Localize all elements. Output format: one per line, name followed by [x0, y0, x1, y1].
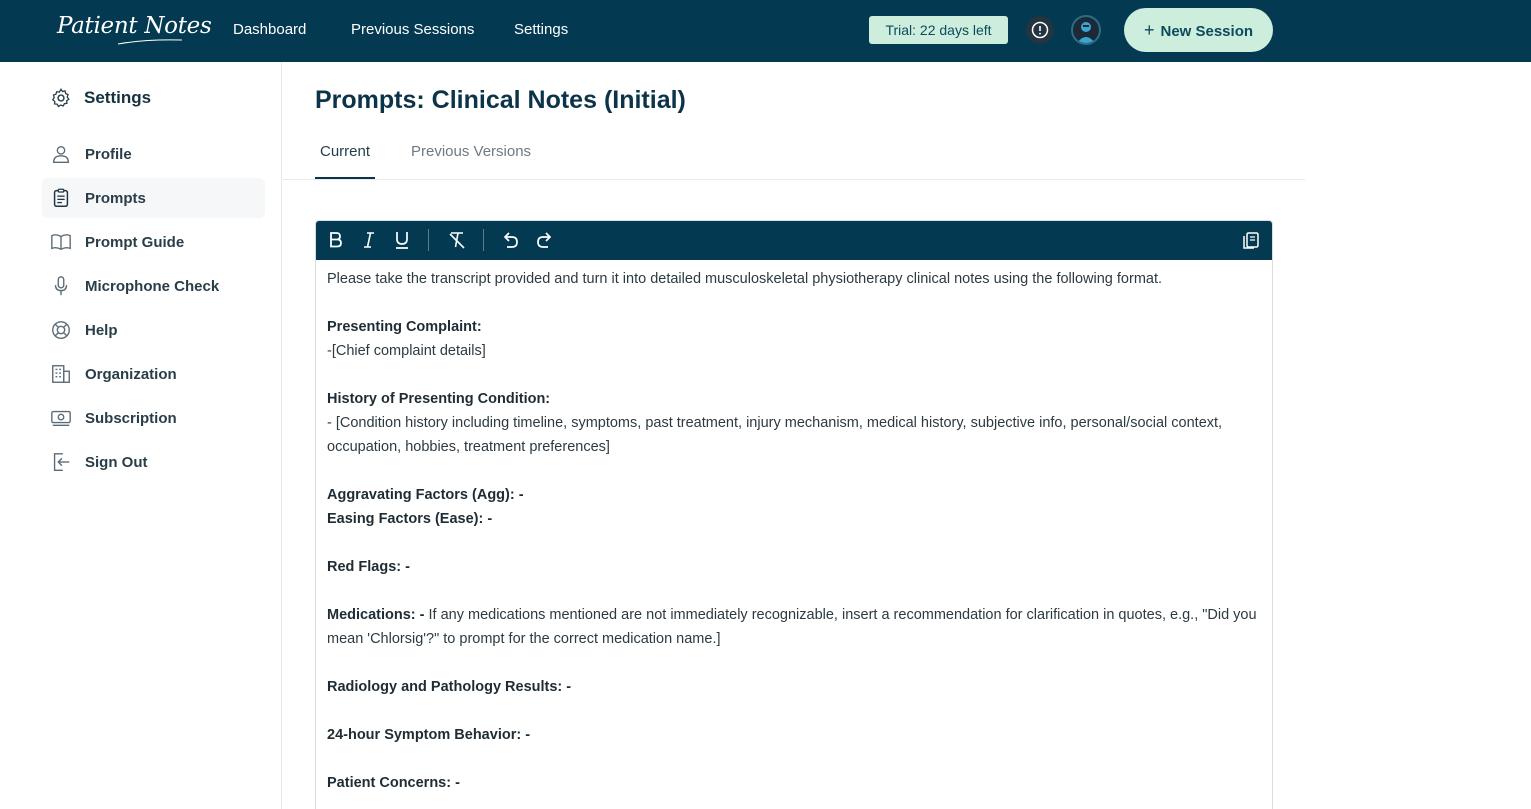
sidebar-item-label: Sign Out: [85, 454, 148, 471]
sidebar-item-sign-out[interactable]: Sign Out: [42, 442, 265, 482]
copy-icon[interactable]: [1240, 229, 1262, 251]
prompt-intro-line: Please take the transcript provided and …: [327, 271, 1163, 287]
banknote-icon: [51, 410, 71, 427]
section-heading: Presenting Complaint:: [327, 319, 482, 335]
section-text: - [Condition history including timeline,…: [327, 415, 1223, 455]
sidebar-item-label: Prompt Guide: [85, 234, 185, 251]
page-title: Prompts: Clinical Notes (Initial): [315, 86, 686, 114]
new-session-label: New Session: [1160, 23, 1254, 40]
microphone-icon: [54, 276, 68, 296]
sidebar-item-organization[interactable]: Organization: [42, 354, 265, 394]
user-avatar[interactable]: [1071, 15, 1101, 45]
alert-circle-icon: [1031, 21, 1049, 39]
tab-previous-versions[interactable]: Previous Versions: [411, 143, 531, 160]
building-icon: [52, 365, 70, 383]
section-heading: Patient Concerns: -: [327, 775, 460, 791]
user-icon: [52, 145, 70, 163]
sign-out-icon: [53, 453, 70, 471]
sidebar-item-profile[interactable]: Profile: [42, 134, 265, 174]
section-text: -[Chief complaint details]: [327, 343, 486, 359]
bold-icon[interactable]: [324, 229, 346, 251]
sidebar-item-prompts[interactable]: Prompts: [42, 178, 265, 218]
sidebar-item-label: Subscription: [85, 410, 177, 427]
section-heading: Aggravating Factors (Agg): -: [327, 487, 524, 503]
undo-icon[interactable]: [499, 229, 521, 251]
clear-format-icon[interactable]: [446, 229, 468, 251]
sidebar-item-label: Microphone Check: [85, 278, 220, 295]
sidebar-item-subscription[interactable]: Subscription: [42, 398, 265, 438]
book-icon: [51, 234, 71, 251]
clipboard-icon: [53, 188, 69, 207]
prompt-editor[interactable]: Please take the transcript provided and …: [315, 220, 1273, 809]
tabs-divider: [283, 179, 1305, 180]
redo-icon[interactable]: [534, 229, 556, 251]
settings-sidebar: Settings Profile Prompts Prompt Guide Mi…: [0, 62, 282, 809]
section-heading: History of Presenting Condition:: [327, 391, 551, 407]
alert-button[interactable]: [1026, 16, 1054, 44]
trial-badge[interactable]: Trial: 22 days left: [869, 16, 1008, 44]
nav-dashboard-link[interactable]: Dashboard: [233, 21, 306, 38]
nav-settings-link[interactable]: Settings: [514, 21, 568, 38]
tab-current[interactable]: Current: [315, 143, 375, 160]
editor-toolbar: [316, 221, 1272, 260]
sidebar-heading-label: Settings: [84, 88, 152, 107]
sidebar-item-prompt-guide[interactable]: Prompt Guide: [42, 222, 265, 262]
top-navbar: Patient Notes Dashboard Previous Session…: [0, 0, 1531, 62]
section-heading: 24-hour Symptom Behavior: -: [327, 727, 531, 743]
new-session-button[interactable]: + New Session: [1124, 8, 1273, 52]
sidebar-item-label: Prompts: [85, 190, 146, 207]
gear-icon: [51, 88, 70, 108]
underline-icon[interactable]: [391, 229, 413, 251]
app-logo[interactable]: Patient Notes: [57, 13, 212, 39]
section-heading: Radiology and Pathology Results: -: [327, 679, 572, 695]
sidebar-item-label: Help: [85, 322, 118, 339]
section-heading: Red Flags: -: [327, 559, 410, 575]
sidebar-item-label: Profile: [85, 146, 132, 163]
sidebar-item-microphone-check[interactable]: Microphone Check: [42, 266, 265, 306]
nav-previous-sessions-link[interactable]: Previous Sessions: [351, 21, 474, 38]
section-heading: Easing Factors (Ease): -: [327, 511, 493, 527]
section-heading: Medications: -: [327, 607, 425, 623]
plus-icon: +: [1143, 20, 1155, 40]
lifebuoy-icon: [52, 321, 70, 339]
section-text: If any medications mentioned are not imm…: [327, 607, 1257, 647]
sidebar-item-label: Organization: [85, 366, 177, 383]
italic-icon[interactable]: [358, 229, 380, 251]
sidebar-item-help[interactable]: Help: [42, 310, 265, 350]
toolbar-separator: [428, 229, 429, 251]
avatar-icon: [1077, 22, 1095, 43]
editor-content[interactable]: Please take the transcript provided and …: [327, 267, 1262, 795]
toolbar-separator: [483, 229, 484, 251]
logo-swash-icon: [117, 39, 183, 45]
